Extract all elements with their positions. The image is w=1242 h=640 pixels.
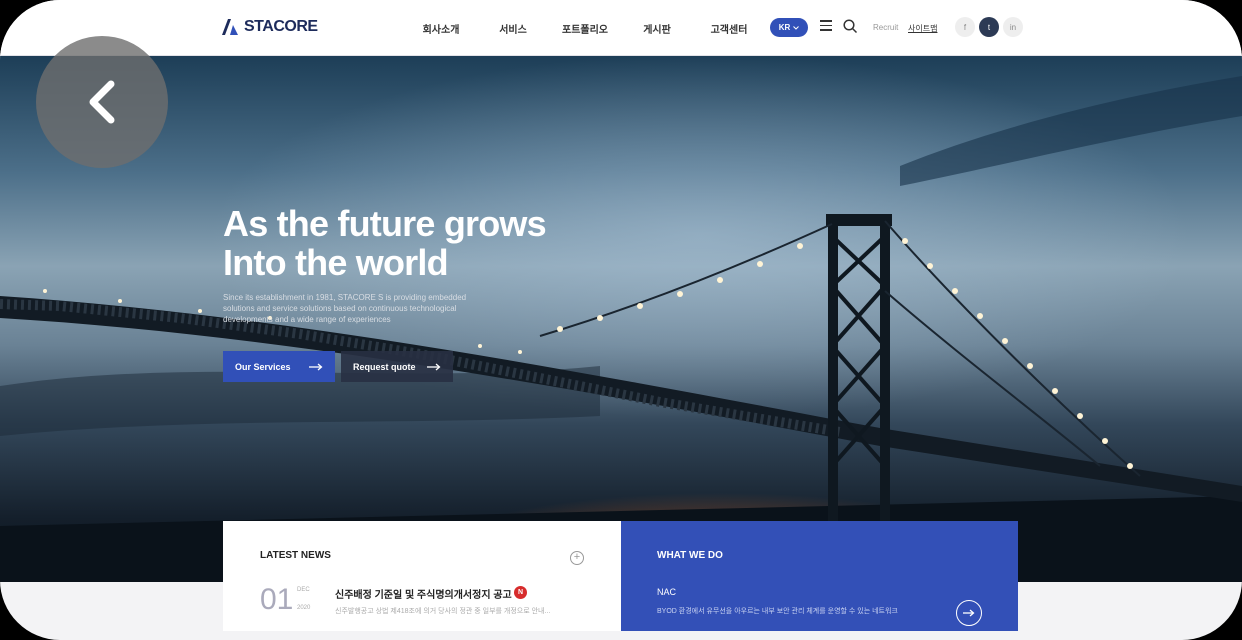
nav-item-support[interactable]: 고객센터 (693, 21, 765, 36)
hero-description: Since its establishment in 1981, STACORE… (223, 293, 467, 324)
linkedin-icon[interactable]: in (1003, 17, 1023, 37)
hero-section: As the future grows Into the world Since… (0, 56, 1242, 582)
our-services-button[interactable]: Our Services (223, 351, 335, 382)
logo-mark-icon (222, 19, 238, 35)
latest-news-panel: LATEST NEWS + 01 DEC 2020 신주배정 기준일 및 주식명… (223, 521, 621, 631)
news-day: 01 (260, 583, 294, 616)
nav-item-services[interactable]: 서비스 (477, 21, 549, 36)
hero-title-line1: As the future grows (223, 203, 547, 244)
browser-frame: STACORE 회사소개 서비스 포트폴리오 게시판 고객센터 KR Recru… (0, 0, 1242, 640)
chevron-down-icon (793, 25, 800, 30)
what-we-do-panel: WHAT WE DO NAC BYOD 환경에서 유무선을 아우르는 내부 보안… (621, 521, 1018, 631)
request-quote-button[interactable]: Request quote (341, 351, 453, 382)
news-month: DEC (297, 587, 310, 593)
request-quote-label: Request quote (353, 361, 416, 372)
plus-icon[interactable]: + (570, 551, 584, 565)
new-badge: N (514, 586, 527, 599)
chevron-left-icon (89, 80, 115, 124)
facebook-icon[interactable]: f (955, 17, 975, 37)
hamburger-icon[interactable] (820, 20, 832, 32)
recruit-link[interactable]: Recruit (873, 23, 898, 32)
logo[interactable]: STACORE (222, 18, 318, 36)
news-headline[interactable]: 신주배정 기준일 및 주식명의개서정지 공고 (335, 586, 512, 601)
latest-news-title: LATEST NEWS (260, 550, 331, 561)
arrow-right-icon (309, 363, 323, 370)
twitter-icon[interactable]: t (979, 17, 999, 37)
bridge-illustration (0, 76, 1242, 582)
nav-item-board[interactable]: 게시판 (621, 21, 693, 36)
what-we-do-title: WHAT WE DO (657, 550, 723, 561)
sitemap-link[interactable]: 사이트맵 (908, 23, 937, 34)
site-header: STACORE 회사소개 서비스 포트폴리오 게시판 고객센터 KR Recru… (0, 0, 1242, 56)
language-label: KR (778, 23, 791, 32)
hero-title: As the future grows Into the world (223, 204, 643, 282)
nav-item-about[interactable]: 회사소개 (405, 21, 477, 36)
logo-text: STACORE (244, 18, 318, 35)
news-summary: 신주발행공고 상법 제418조에 의거 당사의 정관 중 일부를 개정으로 안내… (335, 608, 551, 615)
what-we-do-description: BYOD 환경에서 유무선을 아우르는 내부 보안 관리 체계를 운영할 수 있… (657, 608, 898, 615)
search-icon[interactable] (843, 19, 858, 34)
arrow-right-icon[interactable] (956, 600, 982, 626)
hero-title-line2: Into the world (223, 242, 449, 283)
arrow-right-icon (427, 363, 441, 370)
language-selector[interactable]: KR (770, 18, 808, 37)
nav-item-portfolio[interactable]: 포트폴리오 (549, 21, 621, 36)
social-links: f t in (955, 17, 1023, 37)
news-year: 2020 (297, 605, 311, 611)
back-button[interactable] (36, 36, 168, 168)
our-services-label: Our Services (235, 361, 291, 372)
main-nav: 회사소개 서비스 포트폴리오 게시판 고객센터 (405, 21, 765, 36)
what-we-do-item[interactable]: NAC (657, 587, 676, 597)
